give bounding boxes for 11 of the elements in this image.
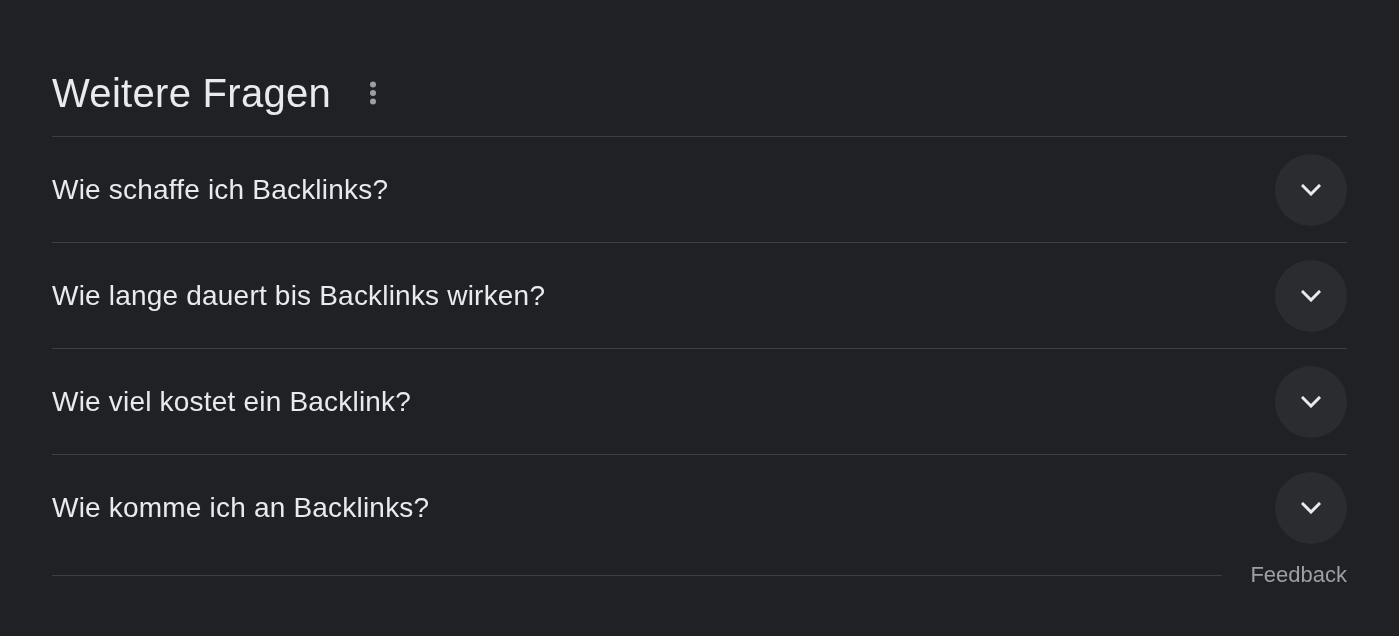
section-title: Weitere Fragen: [52, 70, 332, 117]
feedback-link[interactable]: Feedback: [1250, 562, 1347, 588]
chevron-down-icon: [1301, 502, 1321, 514]
chevron-down-icon: [1301, 183, 1321, 196]
chevron-down-icon: [1301, 395, 1321, 408]
question-text[interactable]: Wie schaffe ich Backlinks?: [52, 172, 389, 207]
question-text[interactable]: Wie viel kostet ein Backlink?: [52, 384, 412, 419]
more-options-icon[interactable]: [369, 81, 378, 105]
question-text[interactable]: Wie lange dauert bis Backlinks wirken?: [52, 278, 546, 313]
chevron-down-icon: [1301, 289, 1321, 302]
question-text[interactable]: Wie komme ich an Backlinks?: [52, 491, 430, 525]
